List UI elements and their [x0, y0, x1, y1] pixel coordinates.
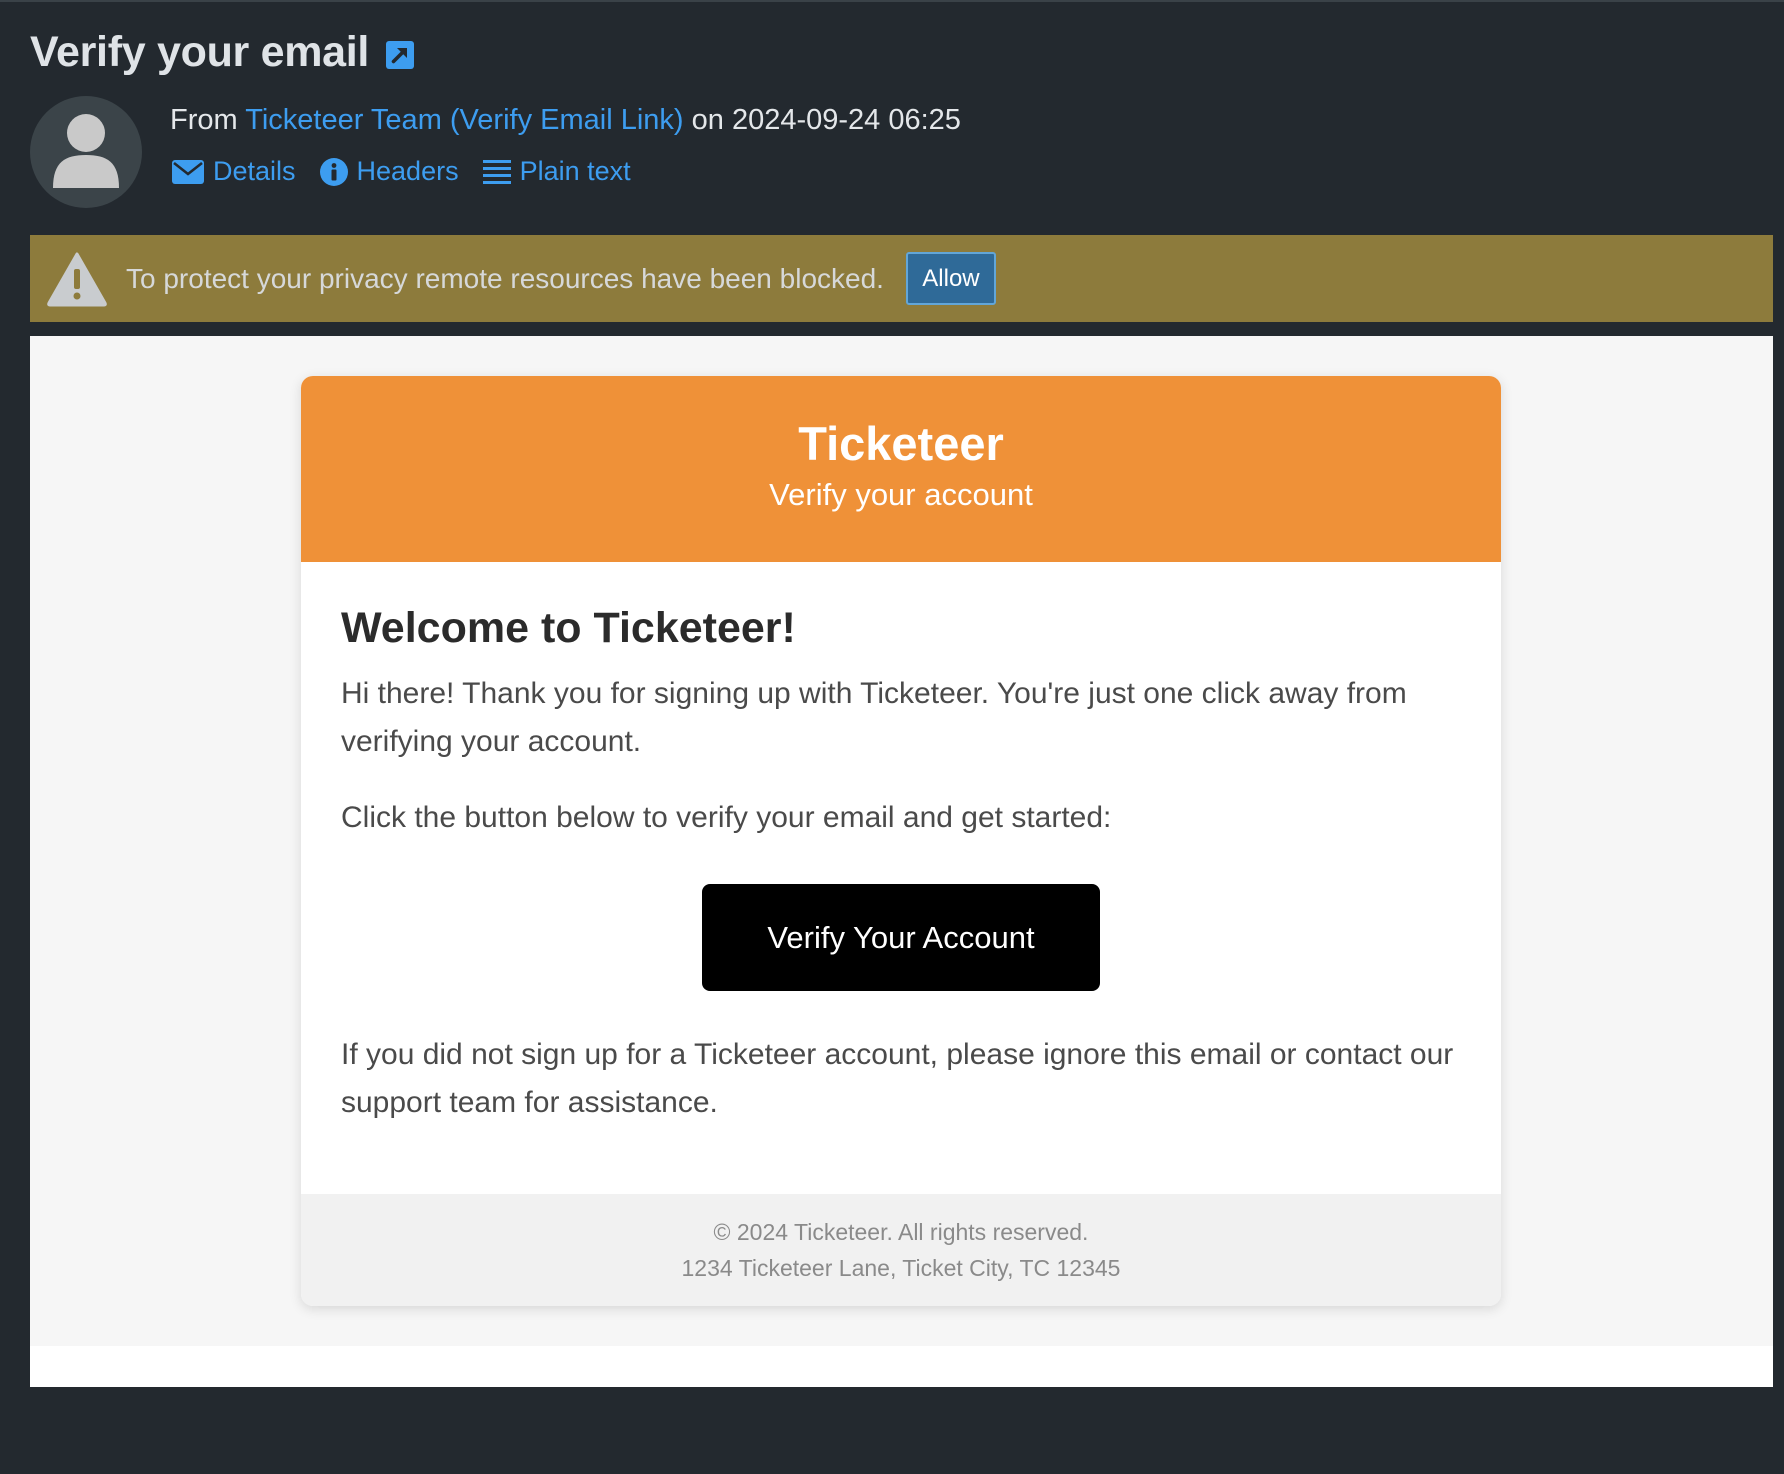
- user-silhouette-icon: [53, 114, 119, 188]
- email-card: Ticketeer Verify your account Welcome to…: [301, 376, 1501, 1306]
- welcome-heading: Welcome to Ticketeer!: [341, 604, 796, 652]
- subject-row: Verify your email: [30, 28, 415, 77]
- intro-paragraph: Hi there! Thank you for signing up with …: [341, 677, 1407, 758]
- envelope-icon: [172, 159, 204, 184]
- from-line: From Ticketeer Team (Verify Email Link) …: [170, 104, 961, 137]
- instruction-paragraph: Click the button below to verify your em…: [341, 801, 1112, 834]
- from-label: From: [170, 104, 238, 136]
- footer-address: 1234 Ticketeer Lane, Ticket City, TC 123…: [681, 1255, 1121, 1281]
- email-header: Ticketeer Verify your account: [301, 376, 1501, 562]
- disclaimer-paragraph: If you did not sign up for a Ticketeer a…: [341, 1038, 1454, 1119]
- brand-name: Ticketeer: [798, 417, 1004, 470]
- avatar: [30, 96, 142, 208]
- privacy-warning-banner: To protect your privacy remote resources…: [30, 235, 1773, 322]
- email-footer: © 2024 Ticketeer. All rights reserved. 1…: [301, 1194, 1501, 1306]
- message-actions: Details Headers Plain text: [172, 156, 655, 187]
- headers-label: Headers: [356, 156, 459, 186]
- open-in-new-window-icon[interactable]: [385, 40, 415, 70]
- details-link[interactable]: Details: [172, 156, 296, 187]
- email-content: Welcome to Ticketeer! Hi there! Thank yo…: [301, 562, 1501, 1127]
- cta-container: Verify Your Account: [341, 884, 1461, 991]
- allow-remote-resources-button[interactable]: Allow: [905, 252, 996, 305]
- info-icon: [319, 157, 348, 186]
- message-subject: Verify your email: [30, 28, 370, 76]
- plain-text-label: Plain text: [519, 156, 631, 186]
- date-prefix: on: [691, 104, 724, 136]
- email-body-frame: Ticketeer Verify your account Welcome to…: [30, 336, 1773, 1387]
- lines-icon: [482, 159, 511, 184]
- privacy-message: To protect your privacy remote resources…: [126, 262, 884, 294]
- message-date: 2024-09-24 06:25: [731, 104, 961, 136]
- footer-copyright: © 2024 Ticketeer. All rights reserved.: [713, 1219, 1089, 1245]
- email-tagline: Verify your account: [769, 477, 1033, 512]
- window-top-border: [0, 0, 1784, 2]
- plain-text-link[interactable]: Plain text: [482, 156, 631, 187]
- sender-link[interactable]: Ticketeer Team (Verify Email Link): [245, 104, 683, 136]
- warning-icon: [47, 252, 107, 306]
- headers-link[interactable]: Headers: [319, 156, 459, 187]
- verify-account-button[interactable]: Verify Your Account: [702, 884, 1100, 991]
- details-label: Details: [213, 156, 296, 186]
